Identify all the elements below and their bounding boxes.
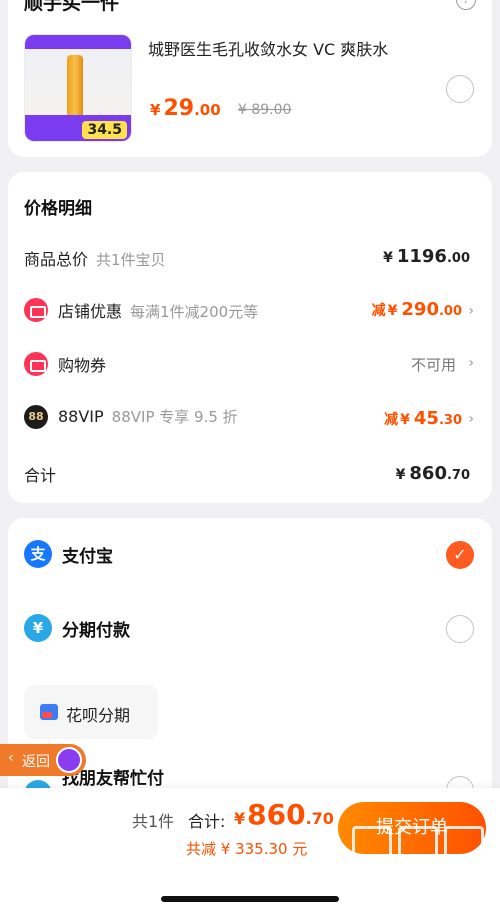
image-price-tag: 34.5 <box>82 121 127 139</box>
subtotal-row: 商品总价 共1件宝贝 <box>24 250 166 269</box>
price-detail-title: 价格明细 <box>24 199 92 219</box>
vip-88-icon: 88 <box>24 405 48 429</box>
chevron-right-icon[interactable]: › <box>468 303 474 319</box>
original-price: ¥ 89.00 <box>238 102 292 118</box>
shop-discount-row[interactable]: 店铺优惠 每满1件减200元等 <box>58 298 258 322</box>
bottom-total-value: ¥860.70 <box>234 798 334 831</box>
shop-discount-icon <box>24 298 48 322</box>
watermark: zhizhizhi.com <box>352 826 492 896</box>
alipay-icon: 支 <box>24 540 52 568</box>
back-button[interactable]: ‹ 返回 <box>0 744 86 776</box>
installment-label[interactable]: 分期付款 <box>62 616 130 641</box>
help-icon[interactable]: ? <box>456 0 476 10</box>
alipay-label[interactable]: 支付宝 <box>62 542 113 567</box>
vip-discount-value[interactable]: 减 ¥45.30 <box>384 408 462 429</box>
bottom-total-label: 合计: <box>188 812 226 831</box>
coupon-icon <box>24 352 48 376</box>
app-logo-icon <box>56 747 82 773</box>
add-on-radio[interactable] <box>446 75 474 103</box>
huabei-option[interactable]: 花呗分期 <box>24 685 158 739</box>
add-on-title: 顺手买一件 <box>24 0 120 14</box>
price-detail-card: 价格明细 商品总价 共1件宝贝 ¥1196.00 店铺优惠 每满1件减200元等 减… <box>8 172 492 503</box>
huabei-label: 花呗分期 <box>66 706 131 725</box>
product-image[interactable]: 34.5 <box>24 34 132 142</box>
coupon-row[interactable]: 购物券 <box>58 352 106 376</box>
chevron-left-icon: ‹ <box>8 750 14 766</box>
product-price: ¥29.00 <box>150 96 221 121</box>
item-count: 共1件 <box>132 812 175 831</box>
installment-radio[interactable] <box>446 615 474 643</box>
huabei-icon <box>40 704 58 720</box>
total-saved: 共减 ¥ 335.30 元 <box>186 840 308 858</box>
vip-row[interactable]: 88VIP 88VIP 专享 9.5 折 <box>58 406 238 427</box>
shop-discount-value[interactable]: 减 ¥290.00 <box>372 299 462 320</box>
add-on-card: 顺手买一件 ? 34.5 城野医生毛孔收敛水女 VC 爽肤水 ¥29.00 ¥ … <box>8 0 492 157</box>
installment-icon: ¥ <box>24 614 52 642</box>
total-value: ¥860.70 <box>395 463 470 484</box>
chevron-right-icon[interactable]: › <box>468 355 474 371</box>
total-row: 合计 <box>24 466 57 485</box>
coupon-value[interactable]: 不可用 <box>411 354 456 375</box>
chevron-right-icon[interactable]: › <box>468 411 474 427</box>
home-indicator <box>161 896 339 902</box>
alipay-selected-check-icon[interactable]: ✓ <box>446 541 474 569</box>
subtotal-value: ¥1196.00 <box>383 246 470 267</box>
product-name[interactable]: 城野医生毛孔收敛水女 VC 爽肤水 <box>148 36 388 60</box>
